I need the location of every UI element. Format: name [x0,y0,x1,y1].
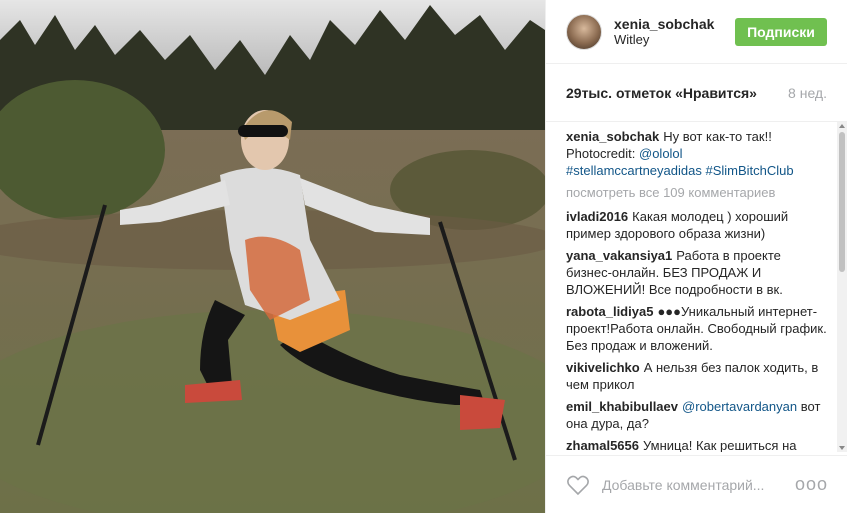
following-button[interactable]: Подписки [735,18,827,46]
likes-count[interactable]: 29тыс. отметок «Нравится» [566,85,757,101]
comment-text: Умница! Как решиться на [643,438,797,452]
comment-author[interactable]: ivladi2016 [566,209,628,224]
username-link[interactable]: xenia_sobchak [614,16,714,32]
post-side-panel: xenia_sobchak Witley Подписки 29тыс. отм… [545,0,847,513]
list-item: yana_vakansiya1 Работа в проекте бизнес-о… [566,247,828,298]
caption-mention[interactable]: @ololol [639,146,683,161]
comment-input[interactable] [600,475,795,494]
heart-icon[interactable] [566,474,590,496]
post-time[interactable]: 8 нед. [788,85,827,101]
post-photo [0,0,545,513]
scroll-down-icon[interactable] [839,446,845,450]
view-all-comments-link[interactable]: посмотреть все 109 комментариев [566,185,828,200]
comment-author[interactable]: emil_khabibullaev [566,399,678,414]
comment-author[interactable]: yana_vakansiya1 [566,248,672,263]
caption-author[interactable]: xenia_sobchak [566,129,659,144]
comment-author[interactable]: rabota_lidiya5 [566,304,653,319]
comment-author[interactable]: zhamal5656 [566,438,639,452]
scroll-thumb[interactable] [839,132,845,272]
caption: xenia_sobchak Ну вот как-то так!! Photocr… [566,128,828,179]
comments-list: xenia_sobchak Ну вот как-то так!! Photocr… [546,122,847,452]
list-item: vikivelichko А нельзя без палок ходить, в… [566,359,828,393]
comment-footer: ooo [546,455,847,513]
comments-scrollbar[interactable] [837,122,847,452]
scroll-up-icon[interactable] [839,124,845,128]
avatar[interactable] [566,13,602,50]
comment-mention[interactable]: @robertavardanyan [682,399,797,414]
comment-author[interactable]: vikivelichko [566,360,640,375]
post-header: xenia_sobchak Witley Подписки [546,0,847,64]
list-item: rabota_lidiya5 ●●●Уникальный интернет-про… [566,303,828,354]
location-link[interactable]: Witley [614,32,714,48]
more-options-icon[interactable]: ooo [795,474,828,495]
list-item: emil_khabibullaev @robertavardanyan вот о… [566,398,828,432]
list-item: ivladi2016 Какая молодец ) хороший пример… [566,208,828,242]
list-item: zhamal5656 Умница! Как решиться на [566,437,828,452]
likes-row: 29тыс. отметок «Нравится» 8 нед. [546,64,847,122]
user-info: xenia_sobchak Witley [614,16,714,48]
caption-tags[interactable]: #stellamccartneyadidas #SlimBitchClub [566,163,794,178]
